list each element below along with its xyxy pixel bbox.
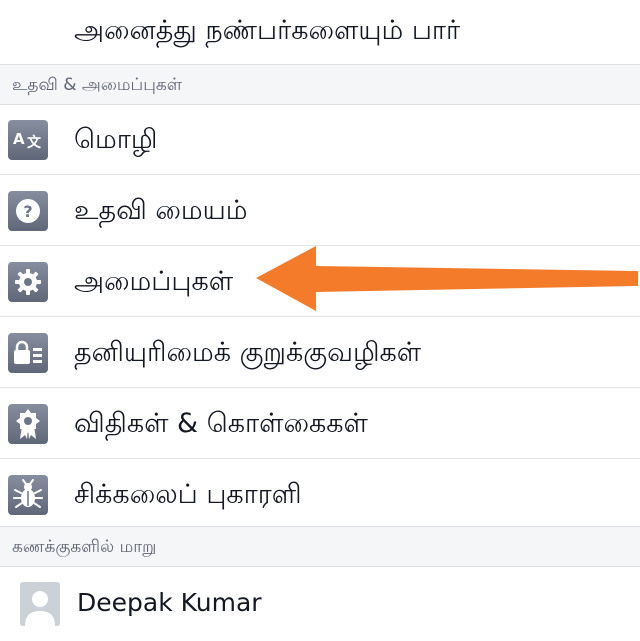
menu-item-label: விதிகள் & கொள்கைகள்: [74, 408, 368, 439]
see-all-friends-item[interactable]: அனைத்து நண்பர்களையும் பார்: [0, 0, 640, 64]
menu-item-terms-policies[interactable]: விதிகள் & கொள்கைகள்: [0, 389, 640, 459]
menu-item-label: அமைப்புகள்: [74, 266, 234, 297]
gear-icon: [8, 262, 48, 302]
default-avatar-icon: [20, 582, 60, 626]
menu-item-label: தனியுரிமைக் குறுக்குவழிகள்: [74, 337, 422, 368]
help-icon: ?: [8, 191, 48, 231]
award-ribbon-icon: [8, 404, 48, 444]
svg-text:?: ?: [23, 202, 32, 221]
privacy-lock-icon: [8, 333, 48, 373]
menu-item-privacy-shortcuts[interactable]: தனியுரிமைக் குறுக்குவழிகள்: [0, 318, 640, 388]
svg-text:A: A: [13, 130, 25, 148]
switch-accounts-section-header: கணக்குகளில் மாறு: [0, 526, 640, 567]
menu-item-label: சிக்கலைப் புகாரளி: [74, 479, 302, 510]
menu-item-report-problem[interactable]: சிக்கலைப் புகாரளி: [0, 460, 640, 530]
account-item[interactable]: Deepak Kumar: [0, 567, 640, 641]
section-title: உதவி & அமைப்புகள்: [12, 75, 183, 95]
menu-item-label: உதவி மையம்: [74, 195, 248, 226]
orange-arrow-icon: [256, 246, 638, 311]
help-settings-section-header: உதவி & அமைப்புகள்: [0, 64, 640, 105]
menu-item-help-center[interactable]: ? உதவி மையம்: [0, 176, 640, 246]
see-all-friends-label: அனைத்து நண்பர்களையும் பார்: [74, 15, 461, 46]
menu-item-language[interactable]: A 文 மொழி: [0, 105, 640, 175]
menu-item-label: மொழி: [74, 124, 158, 155]
svg-text:文: 文: [27, 134, 42, 151]
translate-icon: A 文: [8, 120, 48, 160]
account-name: Deepak Kumar: [77, 588, 262, 617]
bug-icon: [8, 475, 48, 515]
section-title: கணக்குகளில் மாறு: [12, 537, 157, 557]
